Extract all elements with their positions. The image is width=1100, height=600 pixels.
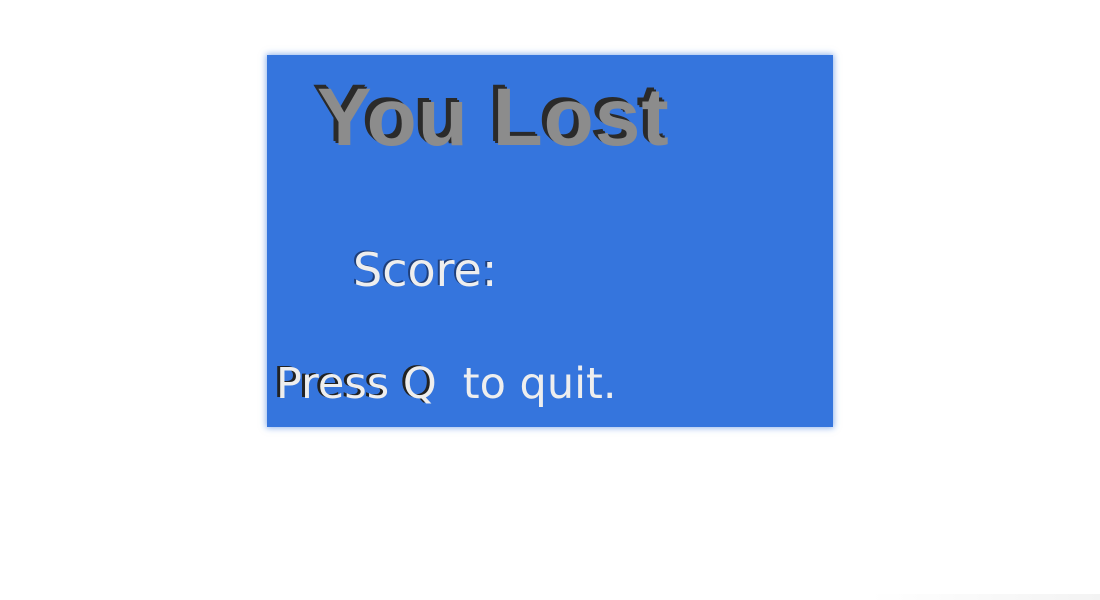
quit-instruction-suffix: to quit. bbox=[462, 359, 617, 409]
corner-shade bbox=[870, 594, 1100, 600]
game-over-title: You Lost bbox=[317, 72, 670, 163]
game-stage: You Lost Score: Press Qto quit. bbox=[0, 0, 1100, 600]
game-over-panel: You Lost Score: Press Qto quit. bbox=[267, 55, 833, 427]
score-display: Score: bbox=[353, 247, 511, 293]
quit-instruction: Press Qto quit. bbox=[276, 363, 617, 406]
score-label: Score: bbox=[353, 243, 498, 297]
quit-instruction-prefix: Press bbox=[276, 359, 390, 409]
quit-key-label: Q bbox=[402, 359, 437, 409]
